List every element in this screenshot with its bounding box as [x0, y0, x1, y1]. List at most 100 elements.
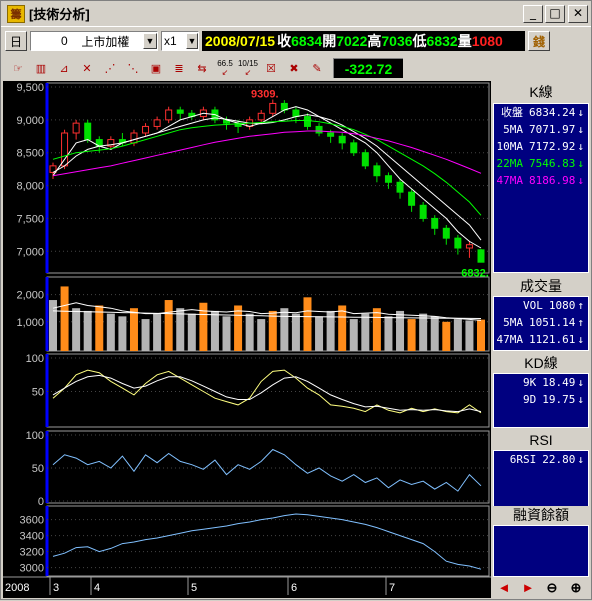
kd-panel-title: KD線	[491, 354, 591, 372]
volume-bar	[106, 313, 115, 351]
close-button[interactable]: ✕	[568, 5, 588, 23]
candle-body	[72, 122, 80, 134]
chevron-down-icon[interactable]: ▼	[142, 33, 157, 49]
ratio-tool[interactable]: 66.5 ↙	[214, 57, 236, 79]
period-button[interactable]: 日	[5, 31, 27, 51]
volume-value-row: VOL 1080 ↑	[494, 297, 588, 314]
chart-svg[interactable]: 9,500 9,000 8,500 8,000 7,500 7,000 2,000 1,000…	[3, 81, 491, 598]
row-arrow: ↓	[577, 106, 584, 119]
symbol-select[interactable]: 0 上市加權 ▼	[30, 31, 158, 51]
candle-body	[384, 175, 392, 183]
scroll-left-icon[interactable]: ◄	[493, 579, 515, 597]
x-tick-label: 4	[94, 582, 100, 594]
y-tick-label: 7,500	[16, 213, 44, 225]
title-bar: 籌 [技術分析] _ □ ✕	[1, 1, 591, 27]
volume-bar	[118, 316, 127, 351]
y-tick-label: 8,000	[16, 181, 44, 193]
volume-bar	[187, 313, 196, 351]
volume-bar	[176, 308, 185, 351]
row-arrow: ↓	[577, 157, 584, 170]
swap-icon[interactable]: ⇆	[191, 57, 213, 79]
row-value: 7546.83	[529, 157, 576, 170]
kd-value-row: 9D 19.75 ↓	[494, 391, 588, 408]
volume-bar	[72, 308, 81, 351]
row-value: 22.80	[542, 453, 576, 466]
multiplier-select[interactable]: x1 ▼	[161, 31, 199, 51]
chart-area[interactable]: 9,500 9,000 8,500 8,000 7,500 7,000 2,000 1,000…	[3, 81, 491, 598]
y-tick-label: 50	[32, 463, 44, 475]
row-label: 9K	[523, 376, 537, 389]
volume-value-row: 5MA 1051.14 ↑	[494, 314, 588, 331]
zoom-out-icon[interactable]: ⊖	[541, 579, 563, 597]
volume-bar	[210, 310, 219, 351]
y-tick-label: 3200	[20, 547, 44, 559]
candle-body	[292, 109, 300, 118]
volume-bar	[349, 319, 358, 351]
volume-value-row: 47MA 1121.61 ↓	[494, 331, 588, 348]
k-chart-icon[interactable]: ▥	[30, 57, 52, 79]
row-arrow: ↑	[577, 316, 584, 329]
minimize-button[interactable]: _	[523, 5, 543, 23]
volume-bar	[453, 319, 462, 351]
volume-bar	[465, 320, 474, 351]
row-arrow: ↓	[577, 453, 584, 466]
pane-frame	[46, 430, 490, 504]
box-icon[interactable]: ▣	[145, 57, 167, 79]
cursor-icon[interactable]: ☞	[7, 57, 29, 79]
pencil-icon[interactable]: ✎	[306, 57, 328, 79]
kd-values: 9K 18.49 ↓ 9D 19.75 ↓	[493, 373, 589, 428]
low-label: 低	[412, 33, 427, 49]
row-value: 1121.61	[529, 333, 576, 346]
volume-bar	[60, 286, 69, 351]
kline-value-row: 5MA 7071.97 ↓	[494, 121, 588, 138]
fan-up-icon[interactable]: ⋱	[122, 57, 144, 79]
scroll-right-icon[interactable]: ►	[517, 579, 539, 597]
trendline-icon[interactable]: ✕	[76, 57, 98, 79]
volume-bar	[372, 308, 381, 351]
volume-label: 量	[457, 33, 472, 49]
chevron-down-icon[interactable]: ▼	[186, 33, 198, 49]
candle-body	[165, 109, 173, 121]
symbol-code: 0	[61, 34, 68, 48]
kline-values: 收盤 6834.24 ↓ 5MA 7071.97 ↓ 10MA 7172.92 ↓ 22MA 754…	[493, 103, 589, 273]
candle-body	[315, 125, 323, 134]
x-tick-label: 3	[53, 582, 59, 594]
y-tick-label: 7,000	[16, 246, 44, 258]
zoom-in-icon[interactable]: ⊕	[565, 579, 587, 597]
money-icon[interactable]: 錢	[528, 31, 550, 51]
fib-icon[interactable]: ☒	[260, 57, 282, 79]
channel-icon[interactable]: ≣	[168, 57, 190, 79]
high-label: 高	[367, 33, 382, 49]
y-tick-label: 3600	[20, 515, 44, 527]
candle-body	[442, 227, 450, 239]
volume-bar	[291, 313, 300, 351]
maximize-button[interactable]: □	[545, 5, 565, 23]
candle-body	[373, 165, 381, 177]
date-range-tool[interactable]: 10/15 ↙	[237, 57, 259, 79]
candle-body	[465, 244, 473, 249]
y-tick-label: 9,000	[16, 115, 44, 127]
candle-body	[361, 152, 369, 167]
x-tick-label: 7	[389, 582, 395, 594]
date-range-text: 10/15	[237, 59, 259, 68]
volume-bar	[141, 319, 150, 351]
candle-body	[338, 135, 346, 144]
line-chart-icon[interactable]: ⊿	[53, 57, 75, 79]
kline-value-row: 22MA 7546.83 ↓	[494, 155, 588, 172]
x-tick-label: 5	[191, 582, 197, 594]
row-label: VOL	[523, 299, 543, 312]
delete-drawings-icon[interactable]: ✖	[283, 57, 305, 79]
row-value: 8186.98	[529, 174, 576, 187]
fan-icon[interactable]: ⋰	[99, 57, 121, 79]
row-label: 收盤	[501, 106, 524, 119]
window-title: [技術分析]	[29, 7, 90, 22]
high-annotation: 9309.	[251, 89, 279, 101]
y-tick-label: 9,500	[16, 82, 44, 94]
volume-bar	[442, 321, 451, 351]
row-value: 6834.24	[529, 106, 576, 119]
low-value: 6832	[426, 33, 458, 49]
candle-body	[142, 125, 150, 134]
quote-strip: 2008/07/15 收 6834 開 7022 高 7036 低 6832 量…	[202, 31, 525, 51]
kline-panel-title: K線	[491, 83, 591, 101]
volume-bar	[199, 302, 208, 351]
